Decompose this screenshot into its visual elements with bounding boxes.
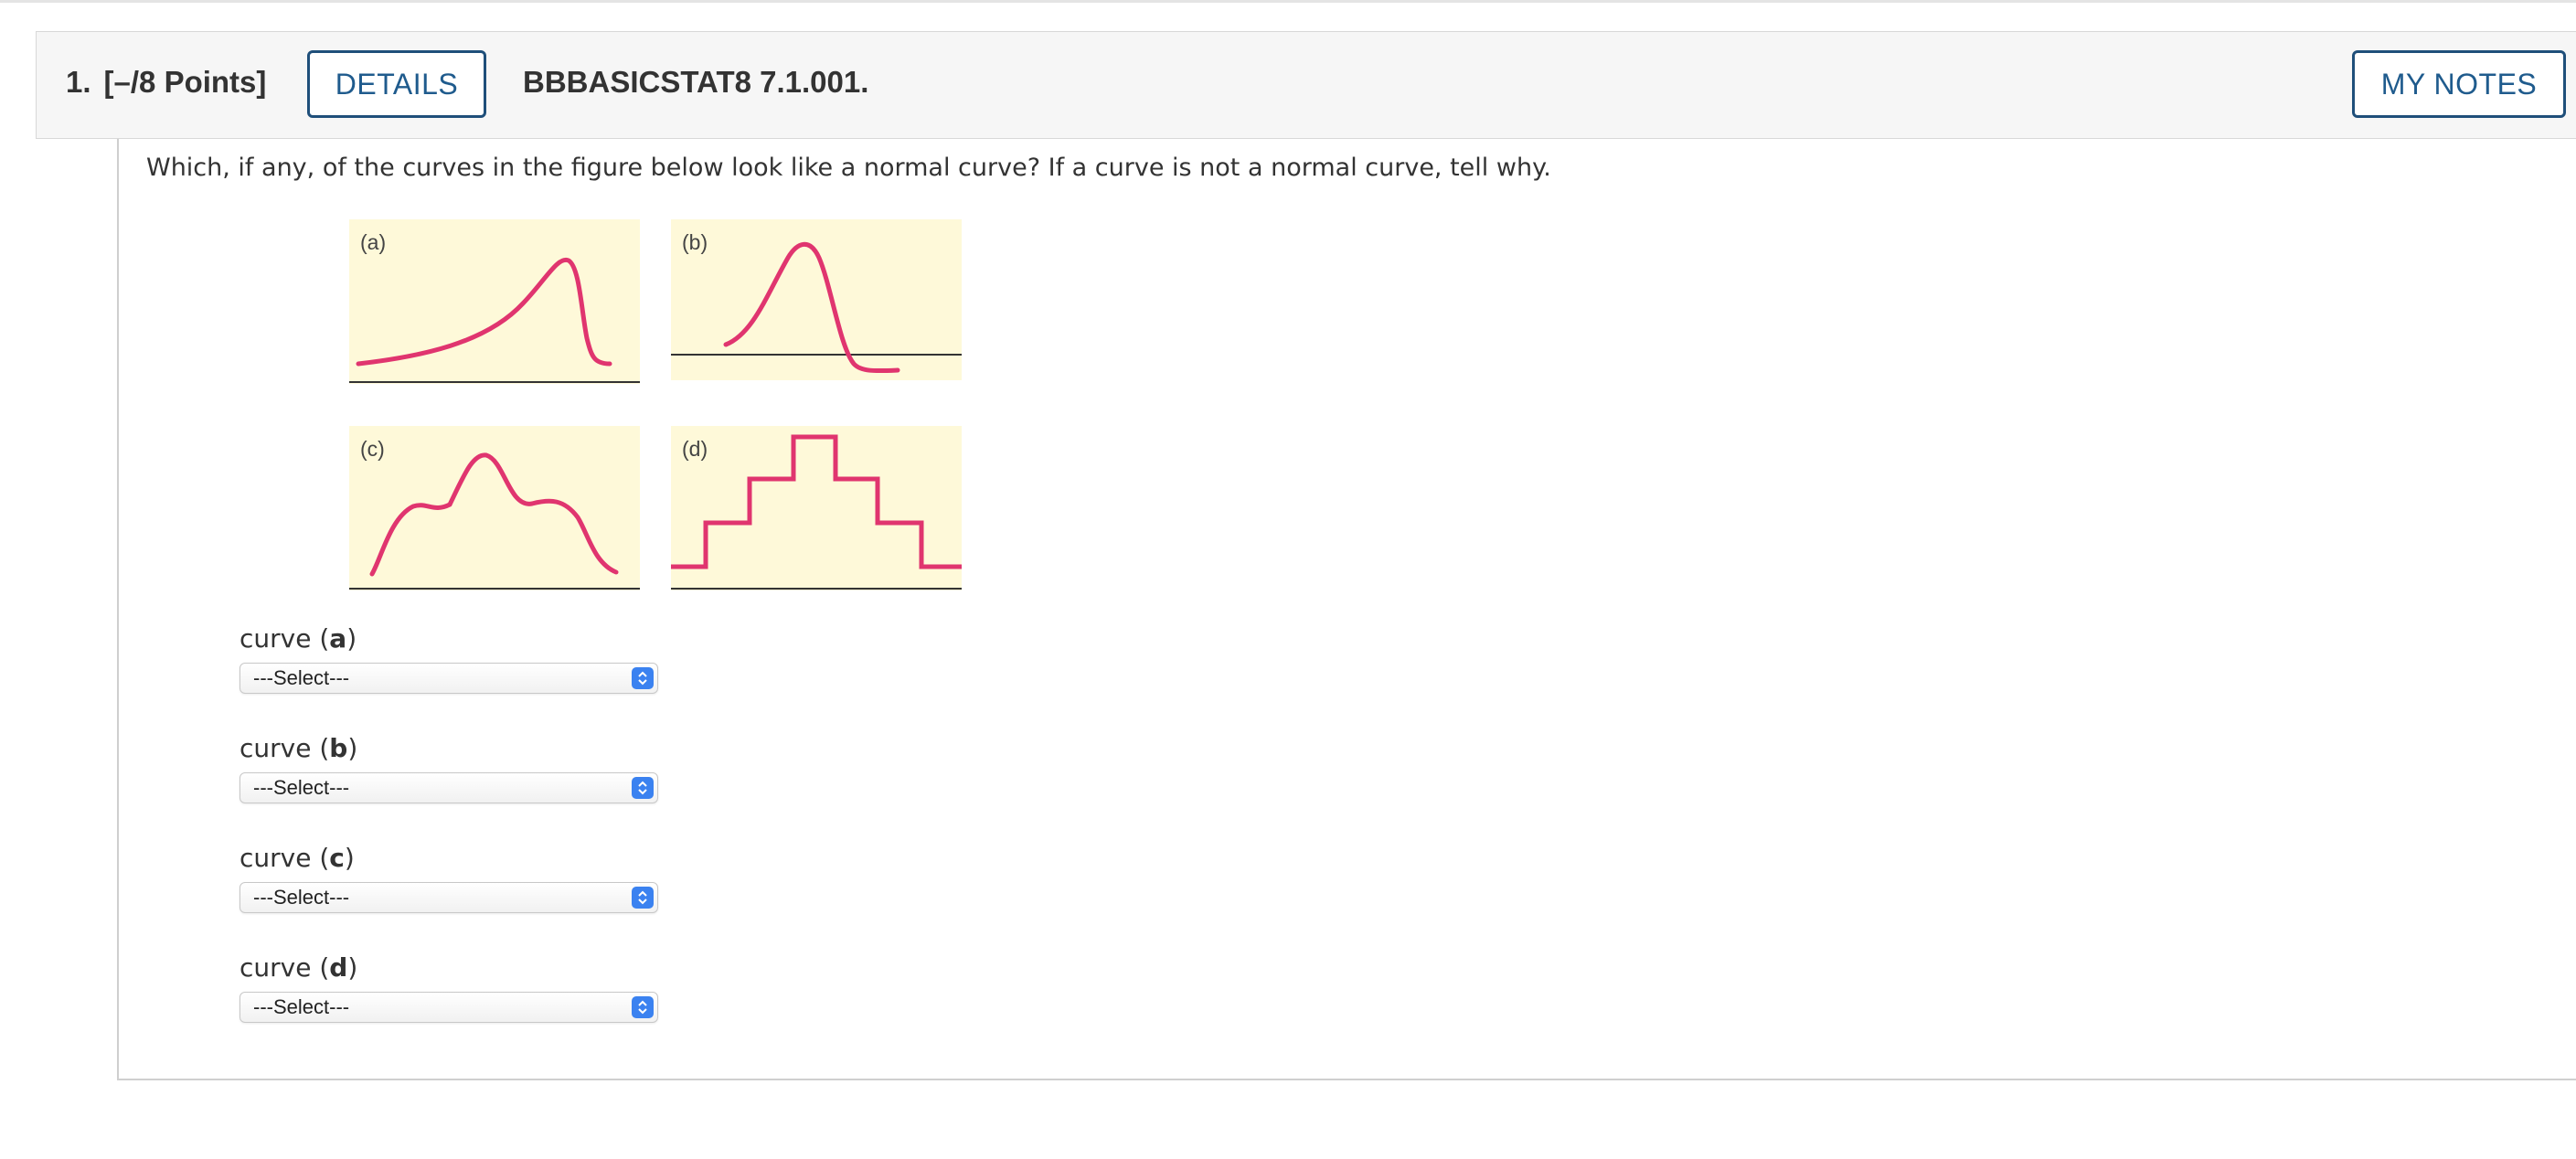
question-code: BBBASICSTAT8 7.1.001. bbox=[523, 65, 869, 99]
question-header: 1. [–/8 Points] DETAILS BBBASICSTAT8 7.1.… bbox=[36, 31, 2576, 139]
figure-panel-c: (c) bbox=[349, 426, 640, 590]
curve-c-label: curve (c) bbox=[240, 843, 355, 873]
updown-chevron-icon bbox=[632, 887, 654, 909]
updown-chevron-icon bbox=[632, 996, 654, 1018]
points-label: [–/8 Points] bbox=[103, 65, 267, 99]
updown-chevron-icon bbox=[632, 667, 654, 689]
curve-b-select-value: ---Select--- bbox=[253, 776, 350, 799]
question-text: Which, if any, of the curves in the figu… bbox=[146, 154, 1551, 182]
answer-curve-b: curve (b) ---Select--- bbox=[240, 733, 658, 803]
panel-label-d: (d) bbox=[682, 437, 708, 461]
panel-label-b: (b) bbox=[682, 230, 708, 254]
curve-b-label: curve (b) bbox=[240, 733, 358, 763]
curve-b-graphic bbox=[671, 241, 962, 374]
answer-curve-d: curve (d) ---Select--- bbox=[240, 952, 658, 1023]
question-body: Which, if any, of the curves in the figu… bbox=[117, 139, 2576, 1080]
answer-curve-a: curve (a) ---Select--- bbox=[240, 623, 658, 694]
curve-a-select-value: ---Select--- bbox=[253, 666, 350, 689]
curve-b-line bbox=[723, 241, 900, 374]
curve-a-line bbox=[356, 257, 612, 367]
curve-d-line bbox=[671, 434, 962, 569]
question-number: 1. bbox=[66, 65, 91, 99]
curve-d-select[interactable]: ---Select--- bbox=[240, 992, 658, 1023]
curve-d-select-value: ---Select--- bbox=[253, 995, 350, 1018]
curve-c-select-value: ---Select--- bbox=[253, 886, 350, 909]
curve-c-graphic bbox=[349, 452, 640, 590]
curve-b-select[interactable]: ---Select--- bbox=[240, 772, 658, 803]
curve-a-select[interactable]: ---Select--- bbox=[240, 663, 658, 694]
curve-a-label: curve (a) bbox=[240, 623, 357, 654]
curve-d-label: curve (d) bbox=[240, 952, 358, 983]
curve-c-select[interactable]: ---Select--- bbox=[240, 882, 658, 913]
top-divider bbox=[0, 0, 2576, 3]
details-button[interactable]: DETAILS bbox=[307, 50, 486, 118]
figure-panel-b: (b) bbox=[671, 219, 962, 380]
my-notes-button[interactable]: MY NOTES bbox=[2352, 50, 2566, 118]
panel-label-a: (a) bbox=[360, 230, 387, 254]
curve-c-line bbox=[369, 452, 619, 577]
question-points: 1. [–/8 Points] bbox=[66, 65, 266, 100]
figure-panel-a: (a) bbox=[349, 219, 640, 384]
curve-a-graphic bbox=[349, 257, 640, 383]
updown-chevron-icon bbox=[632, 777, 654, 799]
curve-d-graphic bbox=[671, 434, 962, 590]
panel-label-c: (c) bbox=[360, 437, 385, 461]
answer-curve-c: curve (c) ---Select--- bbox=[240, 843, 658, 913]
figure-panel-d: (d) bbox=[671, 426, 962, 590]
